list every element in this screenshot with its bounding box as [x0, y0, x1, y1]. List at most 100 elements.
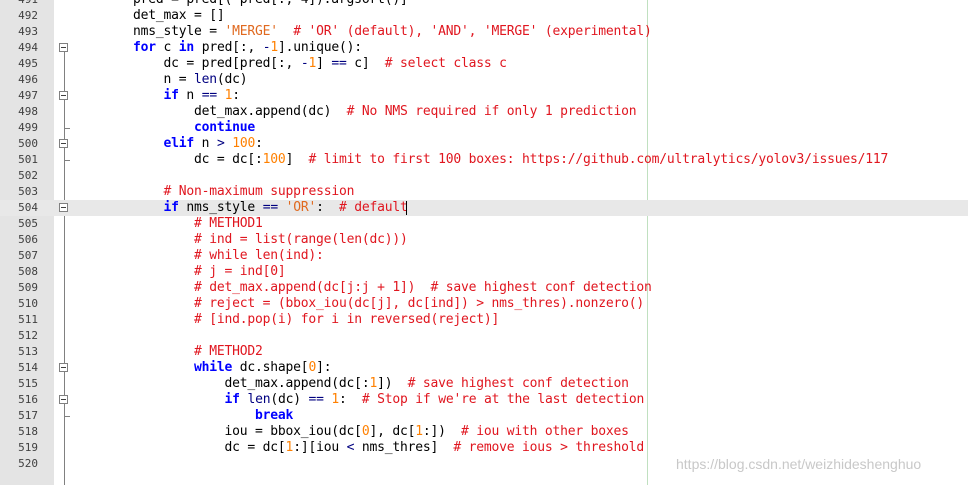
code-line[interactable]: 508 # j = ind[0]: [0, 264, 968, 280]
code-text: iou = bbox_iou(dc[: [72, 424, 362, 439]
code-line[interactable]: 504 if nms_style == 'OR': # default: [0, 200, 968, 216]
code-text: :: [339, 392, 362, 407]
fold-collapse-icon[interactable]: [59, 203, 68, 212]
code-line[interactable]: 501 dc = dc[:100] # limit to first 100 b…: [0, 152, 968, 168]
code-text: n: [194, 136, 217, 151]
keyword-token: elif: [163, 136, 195, 151]
comment-token: # det_max.append(dc[j:j + 1]) # save hig…: [194, 280, 652, 295]
code-line[interactable]: 498 det_max.append(dc) # No NMS required…: [0, 104, 968, 120]
code-content: det_max.append(dc) # No NMS required if …: [72, 104, 637, 120]
code-text: nms_thres]: [354, 440, 454, 455]
code-content: # Non-maximum suppression: [72, 184, 355, 200]
line-number: 515: [18, 377, 38, 390]
code-text: pred = pred[(-pred[:, 4]).argsort()]: [72, 0, 408, 7]
string-token: 'OR': [285, 200, 317, 215]
operator-token: ==: [308, 392, 324, 407]
comment-token: # while len(ind):: [194, 248, 324, 263]
code-text: dc.shape[: [232, 360, 309, 375]
code-text: ]: [316, 56, 332, 71]
keyword-token: while: [194, 360, 233, 375]
code-line[interactable]: 514 while dc.shape[0]:: [0, 360, 968, 376]
code-text: (dc): [270, 392, 309, 407]
line-number: 507: [18, 249, 38, 262]
builtin-token: len: [247, 392, 271, 407]
number-token: 100: [232, 136, 256, 151]
code-line[interactable]: 515 det_max.append(dc[:1]) # save highes…: [0, 376, 968, 392]
code-content: # METHOD1: [72, 216, 263, 232]
code-line[interactable]: 491 pred = pred[(-pred[:, 4]).argsort()]: [0, 0, 968, 8]
comment-token: # select class c: [384, 56, 507, 71]
code-line[interactable]: 492 det_max = []: [0, 8, 968, 24]
code-line[interactable]: 513 # METHOD2: [0, 344, 968, 360]
code-text: :][iou: [293, 440, 347, 455]
line-number: 495: [18, 57, 38, 70]
code-line[interactable]: 503 # Non-maximum suppression: [0, 184, 968, 200]
line-number: 499: [18, 121, 38, 134]
code-line[interactable]: 519 dc = dc[1:][iou < nms_thres] # remov…: [0, 440, 968, 456]
code-line[interactable]: 499 continue: [0, 120, 968, 136]
fold-collapse-icon[interactable]: [59, 91, 68, 100]
code-content: det_max = []: [72, 8, 225, 24]
text-caret: [406, 201, 407, 215]
code-line[interactable]: 509 # det_max.append(dc[j:j + 1]) # save…: [0, 280, 968, 296]
code-content: if n == 1:: [72, 88, 241, 104]
code-text: :: [316, 200, 340, 215]
line-number: 498: [18, 105, 38, 118]
fold-collapse-icon[interactable]: [59, 363, 68, 372]
code-content: # det_max.append(dc[j:j + 1]) # save hig…: [72, 280, 652, 296]
line-number: 511: [18, 313, 38, 326]
watermark-text: https://blog.csdn.net/weizhideshenghuo: [676, 456, 922, 472]
comment-token: # j = ind[0]: [194, 264, 286, 279]
line-number: 492: [18, 9, 38, 22]
line-number: 497: [18, 89, 38, 102]
code-text: ]:: [316, 360, 332, 375]
line-number: 505: [18, 217, 38, 230]
number-token: 1: [308, 56, 317, 71]
code-line[interactable]: 495 dc = pred[pred[:, -1] == c] # select…: [0, 56, 968, 72]
keyword-token: if: [163, 88, 179, 103]
code-line[interactable]: 497 if n == 1:: [0, 88, 968, 104]
code-line[interactable]: 510 # reject = (bbox_iou(dc[j], dc[ind])…: [0, 296, 968, 312]
code-line[interactable]: 518 iou = bbox_iou(dc[0], dc[1:]) # iou …: [0, 424, 968, 440]
code-line[interactable]: 505 # METHOD1: [0, 216, 968, 232]
keyword-token: if: [163, 200, 179, 215]
line-number: 514: [18, 361, 38, 374]
fold-collapse-icon[interactable]: [59, 139, 68, 148]
code-line[interactable]: 502: [0, 168, 968, 184]
code-text: ]): [377, 376, 408, 391]
code-content: dc = dc[1:][iou < nms_thres] # remove io…: [72, 440, 645, 456]
code-text: :: [255, 136, 263, 151]
code-content: break: [72, 408, 293, 424]
code-content: dc = pred[pred[:, -1] == c] # select cla…: [72, 56, 507, 72]
fold-collapse-icon[interactable]: [59, 43, 68, 52]
code-line[interactable]: 493 nms_style = 'MERGE' # 'OR' (default)…: [0, 24, 968, 40]
code-line[interactable]: 517 break: [0, 408, 968, 424]
code-line[interactable]: 500 elif n > 100:: [0, 136, 968, 152]
code-line[interactable]: 507 # while len(ind):: [0, 248, 968, 264]
code-content: # ind = list(range(len(dc))): [72, 232, 408, 248]
comment-token: # METHOD1: [194, 216, 263, 231]
code-line[interactable]: 512: [0, 328, 968, 344]
code-line[interactable]: 516 if len(dc) == 1: # Stop if we're at …: [0, 392, 968, 408]
line-number: 504: [18, 201, 38, 214]
fold-collapse-icon[interactable]: [59, 395, 68, 404]
code-line[interactable]: 494 for c in pred[:, -1].unique():: [0, 40, 968, 56]
code-content: # METHOD2: [72, 344, 263, 360]
comment-token: # 'OR' (default), 'AND', 'MERGE' (experi…: [293, 24, 652, 39]
line-number: 516: [18, 393, 38, 406]
number-token: 1: [415, 424, 423, 439]
code-line[interactable]: 506 # ind = list(range(len(dc))): [0, 232, 968, 248]
code-line[interactable]: 496 n = len(dc): [0, 72, 968, 88]
code-line[interactable]: 511 # [ind.pop(i) for i in reversed(reje…: [0, 312, 968, 328]
code-text: det_max = []: [72, 8, 225, 23]
